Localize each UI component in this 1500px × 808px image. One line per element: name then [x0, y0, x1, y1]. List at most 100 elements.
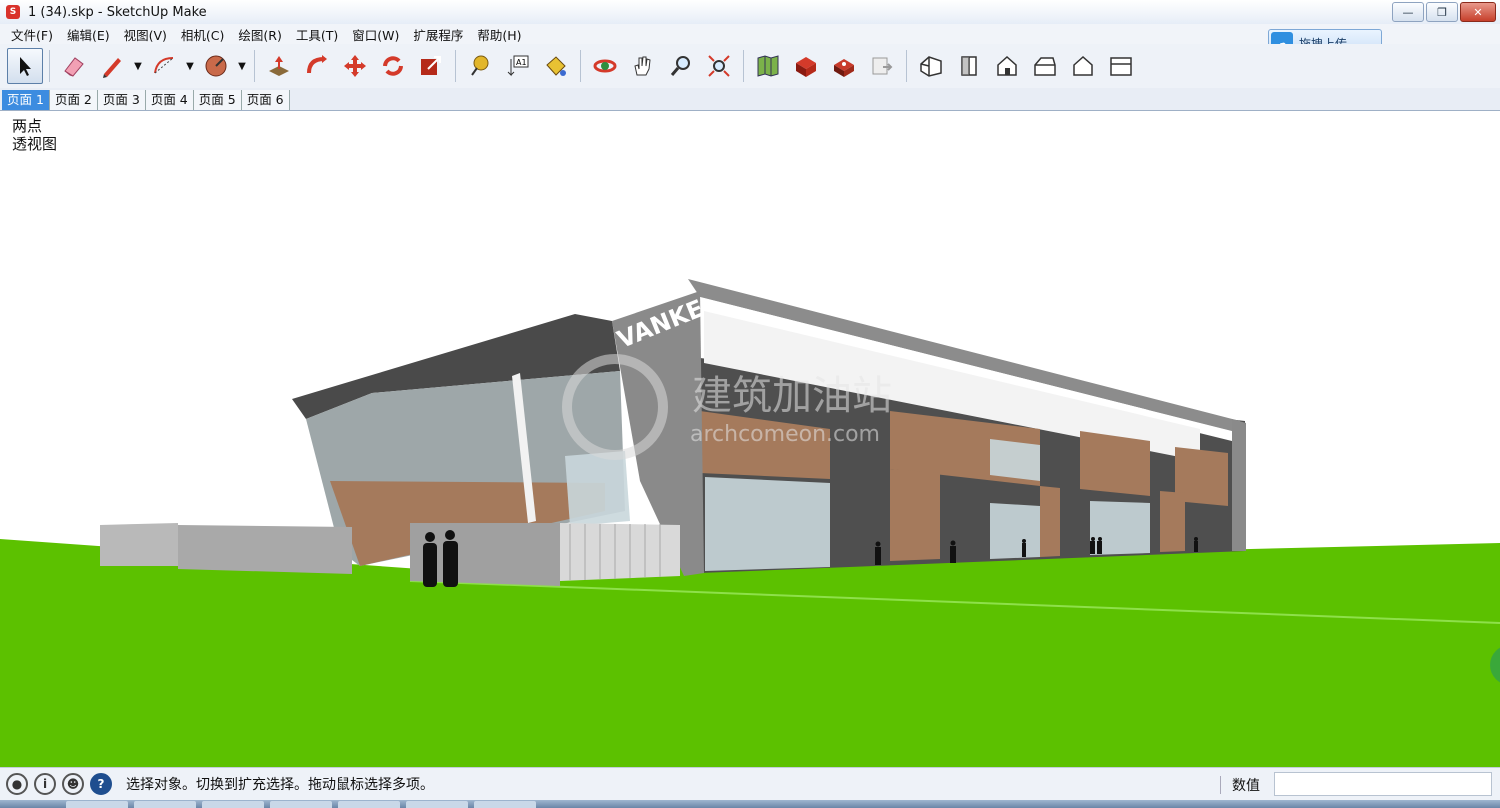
rotate-icon — [383, 56, 403, 76]
minimize-button[interactable]: — — [1392, 2, 1424, 22]
taskbar-item[interactable] — [134, 801, 196, 808]
iso-view-button[interactable] — [913, 48, 949, 84]
move-tool[interactable] — [337, 48, 373, 84]
taskbar-item[interactable] — [406, 801, 468, 808]
arrow-cursor-icon — [20, 57, 31, 76]
select-tool[interactable] — [7, 48, 43, 84]
taskbar-item[interactable] — [270, 801, 332, 808]
line-tool[interactable] — [94, 48, 130, 84]
tab-page-4[interactable]: 页面 4 — [145, 90, 194, 110]
push-pull-icon — [269, 56, 289, 76]
paint-bucket-icon — [546, 56, 566, 76]
right-view-icon — [1034, 57, 1056, 76]
graphic-fence — [178, 525, 352, 574]
measurements-label: 数值 — [1232, 778, 1260, 794]
tab-page-1[interactable]: 页面 1 — [2, 90, 50, 110]
top-view-icon — [961, 56, 977, 76]
close-button[interactable]: ✕ — [1460, 2, 1496, 22]
left-view-icon — [1110, 57, 1132, 76]
restore-button[interactable]: ❐ — [1426, 2, 1458, 22]
menu-file[interactable]: 文件(F) — [4, 25, 60, 44]
credits-info-icon[interactable]: i — [34, 773, 56, 795]
follow-me-icon — [307, 55, 327, 74]
push-pull-tool[interactable] — [261, 48, 297, 84]
scale-tool[interactable] — [413, 48, 449, 84]
status-divider — [1220, 776, 1221, 794]
ground-glazing-1 — [705, 477, 830, 571]
pan-tool[interactable] — [625, 48, 661, 84]
sketchup-icon: S — [6, 5, 20, 19]
tape-measure-icon — [471, 55, 489, 76]
camera-mode-line1: 两点 — [12, 117, 43, 135]
zoom-extents-tool[interactable] — [701, 48, 737, 84]
text-tool[interactable]: A1 — [500, 48, 536, 84]
front-view-icon — [997, 55, 1017, 76]
taskbar-item[interactable] — [474, 801, 536, 808]
menu-help[interactable]: 帮助(H) — [470, 25, 528, 44]
eraser-tool[interactable] — [56, 48, 92, 84]
taskbar-item[interactable] — [202, 801, 264, 808]
hand-icon — [634, 56, 651, 76]
menu-extensions[interactable]: 扩展程序 — [406, 25, 470, 44]
shape-tool[interactable] — [198, 48, 234, 84]
right-view-button[interactable] — [1027, 48, 1063, 84]
camera-mode-line2: 透视图 — [12, 135, 58, 153]
scene-tabs: 页面 1 页面 2 页面 3 页面 4 页面 5 页面 6 — [0, 88, 1500, 111]
top-view-button[interactable] — [951, 48, 987, 84]
toolbar-separator — [580, 50, 581, 82]
menu-edit[interactable]: 编辑(E) — [60, 25, 117, 44]
entry-glazing — [565, 451, 630, 526]
window-title: 1 (34).skp - SketchUp Make — [28, 4, 207, 20]
left-view-button[interactable] — [1103, 48, 1139, 84]
menu-draw[interactable]: 绘图(R) — [231, 25, 288, 44]
back-view-icon — [1073, 55, 1093, 76]
model-scene: VANKE 建筑加油站 archcomeon.com — [0, 279, 1500, 767]
shape-tool-dropdown[interactable]: ▼ — [235, 49, 249, 83]
zoom-extents-icon — [708, 55, 730, 77]
line-tool-dropdown[interactable]: ▼ — [131, 49, 145, 83]
back-view-button[interactable] — [1065, 48, 1101, 84]
paint-bucket-tool[interactable] — [538, 48, 574, 84]
front-view-button[interactable] — [989, 48, 1025, 84]
user-account-icon[interactable]: ☻ — [62, 773, 84, 795]
tape-measure-tool[interactable] — [462, 48, 498, 84]
watermark-title: 建筑加油站 — [692, 373, 892, 419]
end-pier — [1232, 419, 1246, 551]
follow-me-tool[interactable] — [299, 48, 335, 84]
send-to-layout-tool[interactable] — [864, 48, 900, 84]
menu-tools[interactable]: 工具(T) — [289, 25, 345, 44]
geo-location-icon[interactable]: ● — [6, 773, 28, 795]
zoom-tool[interactable] — [663, 48, 699, 84]
tab-page-6[interactable]: 页面 6 — [241, 90, 290, 110]
arc-tool[interactable] — [146, 48, 182, 84]
geo-location-tool[interactable] — [750, 48, 786, 84]
menu-window[interactable]: 窗口(W) — [345, 25, 406, 44]
tab-page-2[interactable]: 页面 2 — [49, 90, 98, 110]
layout-icon — [872, 57, 893, 75]
magnifier-icon — [670, 56, 690, 76]
rotate-tool[interactable] — [375, 48, 411, 84]
3d-warehouse-tool[interactable] — [788, 48, 824, 84]
menu-camera[interactable]: 相机(C) — [174, 25, 231, 44]
orbit-tool[interactable] — [587, 48, 623, 84]
taskbar-item[interactable] — [338, 801, 400, 808]
left-low-wall — [100, 523, 178, 566]
ground-plane — [0, 539, 1500, 767]
arc-icon — [154, 57, 174, 74]
main-toolbar: ▼ ▼ ▼ A1 — [0, 44, 1500, 88]
cladding-column-2 — [1040, 486, 1060, 557]
taskbar-item[interactable] — [66, 801, 128, 808]
arc-tool-dropdown[interactable]: ▼ — [183, 49, 197, 83]
tab-page-5[interactable]: 页面 5 — [193, 90, 242, 110]
model-viewport[interactable]: VANKE 建筑加油站 archcomeon.com 两点 透视图 — [0, 111, 1500, 767]
svg-text:A1: A1 — [516, 58, 527, 67]
extension-warehouse-tool[interactable] — [826, 48, 862, 84]
iso-house-icon — [920, 56, 942, 77]
help-icon[interactable]: ? — [90, 773, 112, 795]
toolbar-separator — [49, 50, 50, 82]
tab-page-3[interactable]: 页面 3 — [97, 90, 146, 110]
menu-view[interactable]: 视图(V) — [117, 25, 174, 44]
toolbar-separator — [743, 50, 744, 82]
toolbar-separator — [906, 50, 907, 82]
measurements-input[interactable] — [1274, 772, 1492, 796]
